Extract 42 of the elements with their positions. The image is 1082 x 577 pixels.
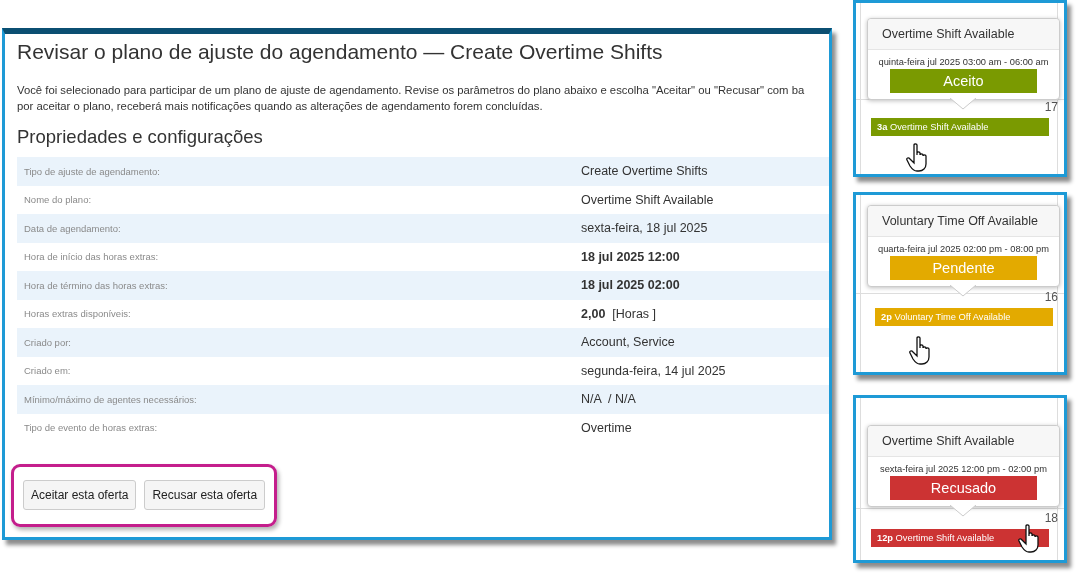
popover-title: Overtime Shift Available: [868, 426, 1059, 457]
property-label: Criado em:: [24, 365, 72, 377]
property-value: N/A / N/A: [581, 392, 636, 407]
event-time-range: quinta-feira jul 2025 03:00 am - 06:00 am: [878, 57, 1049, 67]
property-value: Overtime Shift Available: [581, 192, 714, 207]
section-title: Propriedades e configurações: [17, 126, 264, 148]
property-label: Criado por:: [24, 336, 72, 348]
page-title: Revisar o plano de ajuste do agendamento — Create Overtime Shifts: [17, 40, 664, 64]
calendar-event[interactable]: 3a Overtime Shift Available: [871, 118, 1049, 136]
popover-title: Overtime Shift Available: [868, 19, 1059, 50]
hand-cursor-icon: [909, 336, 933, 366]
status-label: Pendente: [890, 256, 1037, 280]
property-label: Tipo de ajuste de agendamento:: [24, 165, 161, 177]
property-value: Account, Service: [581, 335, 675, 350]
offer-button[interactable]: Aceitar esta oferta: [23, 480, 137, 510]
hand-cursor-icon: [1018, 524, 1042, 554]
event-time-range: quarta-feira jul 2025 02:00 pm - 08:00 pm: [877, 244, 1050, 254]
property-value: Create Overtime Shifts: [581, 164, 708, 179]
property-value: 2,00 [Horas ]: [581, 306, 657, 321]
property-value: sexta-feira, 18 jul 2025: [581, 221, 708, 236]
property-label: Horas extras disponíveis:: [24, 308, 132, 320]
property-label: Hora de início das horas extras:: [24, 251, 160, 263]
status-label: Recusado: [890, 476, 1037, 500]
day-number: 17: [1044, 100, 1058, 114]
day-number: 18: [1044, 511, 1058, 525]
description-text: Você foi selecionado para participar de um plano de ajuste de agendamento. Revise os parâmetros do plano abaixo e escolha "Aceitar" ou "Recusar" com ba por aceitar o plano, receberá mais notificações quando as alterações de agendamento forem concluídas.: [17, 83, 806, 114]
popover-title: Voluntary Time Off Available: [868, 206, 1059, 237]
property-value: 18 jul 2025 02:00: [581, 278, 680, 293]
property-value: 18 jul 2025 12:00: [581, 249, 680, 264]
property-label: Tipo de evento de horas extras:: [24, 422, 159, 434]
property-label: Hora de término das horas extras:: [24, 279, 169, 291]
calendar-event[interactable]: 12p Overtime Shift Available: [871, 529, 1049, 547]
offer-button[interactable]: Recusar esta oferta: [144, 480, 266, 510]
property-label: Nome do plano:: [24, 194, 93, 206]
event-time-range: sexta-feira jul 2025 12:00 pm - 02:00 pm: [880, 464, 1047, 474]
hand-cursor-icon: [906, 143, 930, 173]
property-value: Overtime: [581, 420, 632, 435]
property-label: Mínimo/máximo de agentes necessários:: [24, 393, 198, 405]
property-label: Data de agendamento:: [24, 222, 122, 234]
day-number: 16: [1044, 290, 1058, 304]
property-value: segunda-feira, 14 jul 2025: [581, 363, 726, 378]
status-label: Aceito: [890, 69, 1037, 93]
